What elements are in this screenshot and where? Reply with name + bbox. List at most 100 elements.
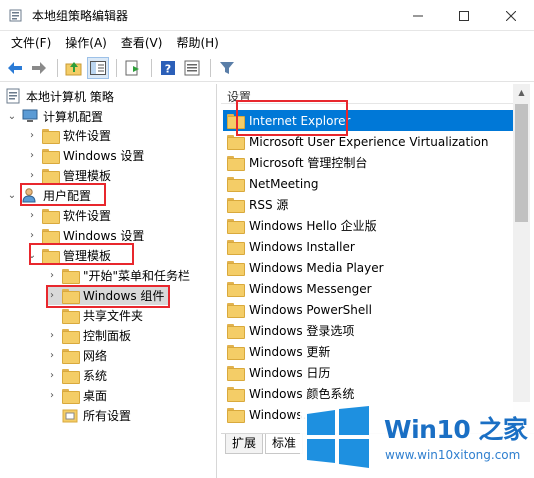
menu-view[interactable]: 查看(V) [114, 32, 170, 54]
tree-item-label: 桌面 [83, 388, 108, 403]
list-item[interactable]: Windows Messenger [223, 278, 513, 299]
help-button[interactable]: ? [157, 57, 179, 79]
folder-icon [227, 135, 245, 150]
list-item[interactable]: Windows 更新 [223, 341, 513, 362]
list-item[interactable]: NetMeeting [223, 173, 513, 194]
filter-icon [220, 62, 234, 74]
scroll-thumb[interactable] [515, 104, 528, 222]
tree-item-windows-settings[interactable]: › Windows 设置 [26, 145, 144, 165]
title-bar: 本地组策略编辑器 [0, 0, 534, 31]
toolbar-separator [116, 59, 117, 77]
folder-icon [42, 128, 60, 144]
tree-item-label: 共享文件夹 [83, 308, 144, 323]
folder-icon [227, 156, 245, 171]
toolbar-separator [57, 59, 58, 77]
properties-button[interactable] [181, 57, 203, 79]
list-item[interactable]: Windows 颜色系统 [223, 383, 513, 404]
list-item-label: Microsoft User Experience Virtualization [249, 134, 489, 149]
chevron-right-icon[interactable]: › [46, 349, 58, 361]
list-item[interactable]: Windows Hello 企业版 [223, 215, 513, 236]
folder-icon [62, 348, 80, 364]
tree-item-all-settings[interactable]: 所有设置 [62, 405, 131, 425]
chevron-right-icon[interactable]: › [46, 269, 58, 281]
list-item-label: RSS 源 [249, 198, 289, 212]
list-item[interactable]: RSS 源 [223, 194, 513, 215]
tree-item-software-settings[interactable]: › 软件设置 [26, 125, 111, 145]
export-list-button[interactable] [122, 57, 144, 79]
folder-icon [227, 345, 245, 360]
list-item[interactable]: Microsoft 管理控制台 [223, 152, 513, 173]
tree-item-desktop[interactable]: › 桌面 [46, 385, 107, 405]
folder-icon [42, 148, 60, 164]
list-item[interactable]: Windows 登录选项 [223, 320, 513, 341]
tree-item-windows-settings[interactable]: › Windows 设置 [26, 225, 144, 245]
folder-icon [227, 240, 245, 255]
properties-icon [184, 60, 200, 76]
tree-item-control-panel[interactable]: › 控制面板 [46, 325, 131, 345]
chevron-right-icon[interactable]: › [46, 329, 58, 341]
highlight-admin-templates [29, 243, 134, 265]
menu-help[interactable]: 帮助(H) [169, 32, 225, 54]
list-item-label: Windows Media Player [249, 260, 384, 275]
folder-icon [62, 388, 80, 404]
list-scrollbar[interactable]: ▲ [513, 84, 530, 433]
folder-icon [227, 387, 245, 402]
close-button[interactable] [488, 0, 534, 31]
tree-item-label: 软件设置 [63, 208, 112, 223]
tree-item-label: 管理模板 [63, 168, 112, 183]
list-item[interactable]: Windows 日历 [223, 362, 513, 383]
tree-item-label: Windows 设置 [63, 148, 145, 163]
filter-button[interactable] [216, 57, 238, 79]
highlight-internet-explorer [236, 100, 348, 136]
tree-item-software-settings[interactable]: › 软件设置 [26, 205, 111, 225]
list-item-label: NetMeeting [249, 176, 319, 191]
chevron-right-icon[interactable]: › [26, 169, 38, 181]
minimize-button[interactable] [395, 0, 441, 31]
tree-item-label: 网络 [83, 348, 108, 363]
list-item-label: Windows 颜色系统 [249, 387, 355, 401]
tab-extended[interactable]: 扩展 [225, 434, 264, 454]
tree-item-computer-config[interactable]: ⌄ 计算机配置 [6, 106, 103, 126]
chevron-down-icon[interactable]: ⌄ [6, 110, 18, 122]
chevron-right-icon[interactable]: › [26, 149, 38, 161]
chevron-right-icon[interactable]: › [26, 209, 38, 221]
windows-logo-icon [307, 406, 369, 468]
up-folder-button[interactable] [63, 57, 85, 79]
menu-bar: 文件(F) 操作(A) 查看(V) 帮助(H) [0, 31, 534, 55]
tree-item-admin-templates[interactable]: › 管理模板 [26, 165, 111, 185]
forward-icon [32, 62, 46, 74]
list-item[interactable]: Windows Media Player [223, 257, 513, 278]
chevron-right-icon[interactable]: › [46, 389, 58, 401]
export-list-icon [125, 60, 139, 76]
chevron-right-icon[interactable]: › [46, 369, 58, 381]
toolbar-separator [151, 59, 152, 77]
list-item[interactable]: Windows Installer [223, 236, 513, 257]
watermark: Win10 之家 www.win10xitong.com [300, 402, 534, 478]
scroll-up-icon[interactable]: ▲ [513, 84, 530, 101]
chevron-right-icon[interactable]: › [26, 129, 38, 141]
menu-file[interactable]: 文件(F) [4, 32, 58, 54]
tree-item-network[interactable]: › 网络 [46, 345, 107, 365]
tree-item-label: 控制面板 [83, 328, 132, 343]
chevron-right-icon[interactable]: › [26, 229, 38, 241]
menu-action[interactable]: 操作(A) [58, 32, 114, 54]
list-item-label: Windows Messenger [249, 281, 372, 296]
tree-item-local-policy[interactable]: 本地计算机 策略 [6, 86, 114, 106]
tree-item-shared-folders[interactable]: 共享文件夹 [62, 305, 143, 325]
tree-item-start-menu-taskbar[interactable]: › "开始"菜单和任务栏 [46, 265, 190, 285]
chevron-down-icon[interactable]: ⌄ [6, 189, 18, 201]
tree-item-label: 系统 [83, 368, 108, 383]
toolbar: ? [0, 55, 534, 82]
tree-item-system[interactable]: › 系统 [46, 365, 107, 385]
toolbar-separator [210, 59, 211, 77]
highlight-user-config [20, 183, 106, 206]
window-title: 本地组策略编辑器 [32, 9, 129, 23]
maximize-button[interactable] [441, 0, 487, 31]
list-item[interactable]: Windows PowerShell [223, 299, 513, 320]
tab-standard[interactable]: 标准 [265, 434, 304, 454]
show-hide-tree-button[interactable] [87, 57, 109, 79]
back-button[interactable] [4, 57, 26, 79]
forward-button[interactable] [28, 57, 50, 79]
folder-icon [42, 168, 60, 184]
help-icon: ? [161, 61, 175, 76]
